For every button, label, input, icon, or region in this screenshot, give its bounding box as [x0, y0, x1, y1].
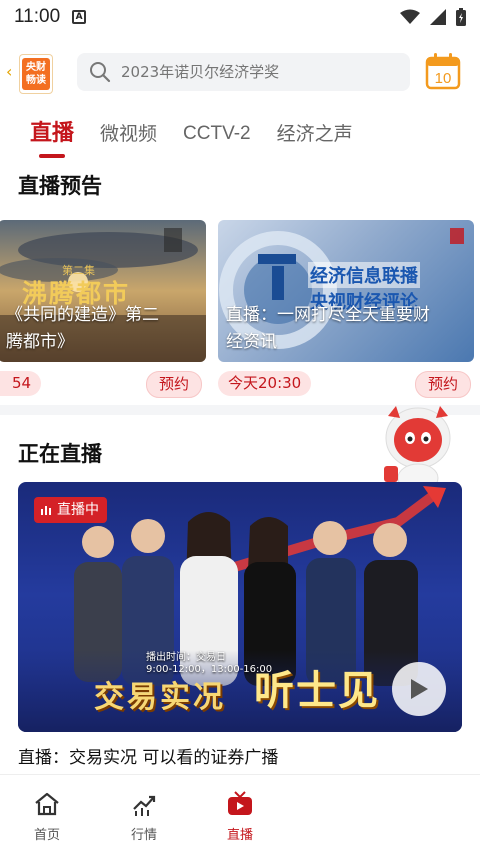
live-section-title: 正在直播 — [18, 442, 102, 466]
play-button[interactable] — [392, 662, 446, 716]
nav-live[interactable]: 直播 — [210, 791, 270, 843]
home-icon — [35, 792, 59, 816]
logo-badge: 央财 畅读 — [22, 58, 50, 90]
preview-meta-2: 今天20:30 — [218, 371, 312, 396]
live-badge: 直播中 — [34, 497, 107, 523]
tv-icon — [228, 791, 252, 815]
battery-icon — [456, 8, 466, 26]
banner-schedule-line1: 播出时间：交易日 — [146, 652, 226, 663]
calendar-day: 10 — [435, 70, 452, 87]
notification-icon: A — [72, 10, 87, 24]
chart-icon — [133, 795, 156, 816]
top-bar: ‹ 央财 畅读 10 — [0, 44, 480, 104]
preview-card-2[interactable]: 经济信息联播 央视财经评论 直播：一网打尽全天重要财 经资讯 — [218, 220, 474, 362]
robot-mascot-icon[interactable] — [378, 402, 458, 494]
nav-market-label: 行情 — [130, 828, 157, 843]
tab-micro-video[interactable]: 微视频 — [100, 114, 157, 154]
play-icon — [411, 679, 428, 699]
preview-section-title: 直播预告 — [18, 174, 102, 198]
reserve-button-2[interactable]: 预约 — [415, 371, 472, 398]
preview-reserve-1-wrap: 预约 — [146, 371, 203, 398]
tab-live[interactable]: 直播 — [30, 114, 74, 158]
signal-icon — [430, 9, 446, 25]
preview-time-1: 54 — [0, 371, 42, 396]
search-icon — [90, 62, 111, 83]
live-bars-icon — [41, 506, 51, 515]
wifi-icon — [400, 9, 420, 24]
reserve-button-1[interactable]: 预约 — [146, 371, 203, 398]
status-time: 11:00 — [14, 6, 61, 27]
banner-main-title: 交易实况 — [94, 680, 226, 715]
banner-accent-title: 听士见 — [254, 668, 380, 714]
status-icons — [400, 8, 466, 26]
preview-caption-2-line1: 直播：一网打尽全天重要财 — [226, 305, 430, 325]
app-logo[interactable]: 央财 畅读 — [19, 54, 53, 94]
live-stream-card[interactable]: 直播中 播出时间：交易日 9:00-12:00，13:00-16:00 交易实况… — [18, 482, 462, 732]
search-bar[interactable] — [77, 53, 410, 91]
logo-text-2: 畅读 — [26, 75, 46, 86]
preview-time-2: 今天20:30 — [218, 371, 312, 396]
preview-card-1[interactable]: 第二集 沸腾都市 《共同的建造》第二 腾都市》 — [0, 220, 206, 362]
live-item-title[interactable]: 直播：交易实况 可以看的证券广播 — [18, 743, 278, 768]
preview-caption-1-line2: 腾都市》 — [6, 332, 74, 352]
channel-tabs: 直播 微视频 CCTV-2 经济之声 — [0, 114, 480, 160]
tab-cctv2[interactable]: CCTV-2 — [183, 114, 251, 154]
nav-home[interactable]: 首页 — [17, 791, 77, 843]
tab-economy-voice[interactable]: 经济之声 — [277, 114, 353, 154]
search-input[interactable] — [121, 63, 381, 81]
preview-caption-2-line2: 经资讯 — [226, 332, 277, 352]
bottom-nav: 首页 行情 直播 — [0, 774, 480, 854]
status-bar: 11:00 A — [0, 0, 480, 34]
nav-market[interactable]: 行情 — [114, 791, 174, 843]
preview-caption-2: 直播：一网打尽全天重要财 经资讯 — [218, 296, 474, 362]
calendar-icon[interactable]: 10 — [425, 52, 461, 90]
back-chevron-icon[interactable]: ‹ — [6, 62, 12, 81]
preview-art-title-2: 经济信息联播 — [308, 262, 420, 288]
preview-caption-1: 《共同的建造》第二 腾都市》 — [0, 296, 206, 362]
live-badge-label: 直播中 — [57, 502, 99, 518]
preview-caption-1-line1: 《共同的建造》第二 — [6, 305, 159, 325]
nav-home-label: 首页 — [33, 828, 60, 843]
preview-reserve-2-wrap: 预约 — [415, 371, 472, 398]
logo-text-1: 央财 — [26, 62, 46, 73]
preview-meta-1: 54 — [0, 371, 42, 396]
nav-live-label: 直播 — [226, 828, 253, 843]
